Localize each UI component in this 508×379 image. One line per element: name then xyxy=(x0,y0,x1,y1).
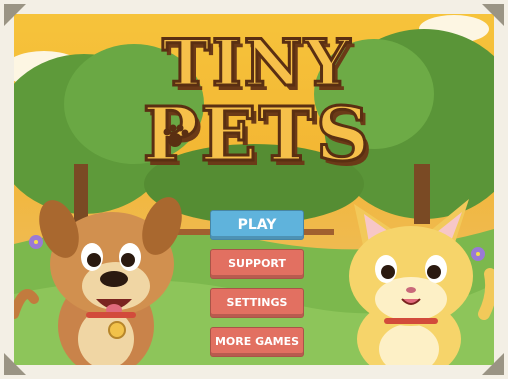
support-button[interactable]: SUPPORT xyxy=(210,249,304,279)
title-scene: TINY PETS PLAY SUPPORT SETTINGS MORE GAM… xyxy=(14,14,494,365)
more-games-button[interactable]: MORE GAMES xyxy=(210,327,304,357)
play-button[interactable]: PLAY xyxy=(210,210,304,240)
game-frame: TINY PETS PLAY SUPPORT SETTINGS MORE GAM… xyxy=(0,0,508,379)
logo-title-line1: TINY xyxy=(161,26,352,101)
game-logo: TINY PETS xyxy=(141,26,372,202)
tree-trunk xyxy=(74,164,88,224)
main-menu: PLAY SUPPORT SETTINGS MORE GAMES xyxy=(210,210,304,365)
tree-trunk xyxy=(414,164,430,224)
paw-icon xyxy=(163,124,189,147)
settings-button[interactable]: SETTINGS xyxy=(210,288,304,318)
flower-icon xyxy=(471,247,485,261)
